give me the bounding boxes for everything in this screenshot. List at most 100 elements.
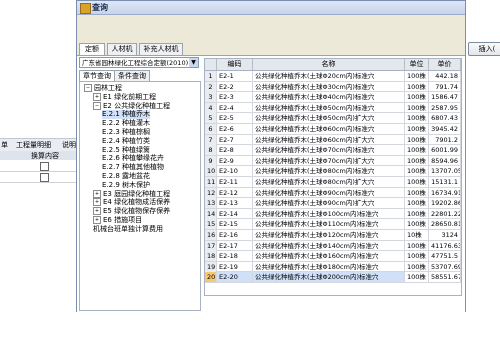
table-row[interactable]: 11 E2-11 公共绿化种植乔木(土球Φ80cm内)扩大穴 100株 15131.1 — [205, 177, 461, 188]
chevron-down-icon[interactable]: ▼ — [189, 58, 198, 67]
cell-code: E2-14 — [217, 208, 253, 219]
query-dialog: 查询 定额 人材机 补充人材机 广东省园林绿化工程综合定额(2010) ▼ 章节… — [76, 0, 466, 312]
collapse-icon[interactable]: − — [93, 101, 101, 110]
expand-icon[interactable]: + — [93, 216, 101, 224]
row-number: 14 — [205, 208, 217, 219]
insert-button[interactable]: 插入( — [468, 42, 500, 56]
cell-price: 41176.63 — [431, 240, 461, 251]
table-row[interactable]: 5 E2-5 公共绿化种植乔木(土球Φ50cm内)扩大穴 100株 6807.43 — [205, 113, 461, 124]
tab-materials[interactable]: 人材机 — [107, 43, 137, 55]
cell-unit: 100株 — [405, 177, 429, 187]
tree-node[interactable]: 机械台班单独计算费用 — [93, 225, 163, 234]
tree-node[interactable]: − 园林工程 — [84, 84, 122, 93]
bg-toolbar-item-1[interactable]: 工程量明细 — [16, 140, 51, 150]
table-row[interactable]: 15 E2-15 公共绿化种植乔木(土球Φ110cm内)标准穴 100株 28650.8… — [205, 219, 461, 230]
tree-node[interactable]: + E5 绿化植物保存保养 — [93, 207, 170, 216]
grid-header-code[interactable]: 编码 — [217, 59, 253, 70]
tree-node[interactable]: E.2.2 种植灌木 — [102, 119, 150, 128]
library-select[interactable]: 广东省园林绿化工程综合定额(2010) ▼ — [79, 57, 199, 68]
cell-name: 公共绿化种植乔木(土球Φ50cm内)标准穴 — [253, 102, 405, 113]
cell-price: 442.18 — [429, 71, 461, 81]
cell-unit: 100株 — [405, 219, 429, 230]
row-number: 10 — [205, 166, 217, 177]
tree-node-label: E2 公共绿化种植工程 — [103, 101, 171, 110]
table-row[interactable]: 2 E2-2 公共绿化种植乔木(土球Φ30cm内)标准穴 100株 791.74 — [205, 81, 461, 93]
table-row[interactable]: 19 E2-19 公共绿化种植乔木(土球Φ180cm内)标准穴 100株 53707.6… — [205, 261, 461, 273]
tree-node-label: E.2.2 种植灌木 — [102, 119, 151, 128]
dialog-titlebar[interactable]: 查询 — [77, 1, 465, 15]
table-row[interactable]: 3 E2-3 公共绿化种植乔木(土球Φ40cm内)标准穴 100株 1586.47 — [205, 92, 461, 103]
table-row[interactable]: 7 E2-7 公共绿化种植乔木(土球Φ60cm内)扩大穴 100株 7901.2 — [205, 134, 461, 146]
expand-icon[interactable]: + — [93, 92, 101, 101]
cell-name: 公共绿化种植乔木(土球Φ70cm内)标准穴 — [253, 145, 405, 156]
bg-toolbar-item-2[interactable]: 说明 — [62, 140, 76, 150]
cell-price: 6001.99 — [429, 145, 461, 156]
tree-node-label: E5 绿化植物保存保养 — [103, 207, 171, 216]
tree-node-label: E1 绿化前期工程 — [103, 92, 157, 101]
cell-price: 7901.2 — [429, 134, 461, 145]
tree-node-label: E.2.1 种植乔木 — [102, 110, 151, 119]
row-number: 19 — [205, 261, 217, 272]
tree-node[interactable]: + E1 绿化前期工程 — [93, 92, 157, 102]
table-row[interactable]: 16 E2-16 公共绿化种植乔木(土球Φ120cm内)标准穴 10株 3124 — [205, 230, 461, 241]
table-row[interactable]: 6 E2-6 公共绿化种植乔木(土球Φ60cm内)标准穴 100株 3945.42 — [205, 124, 461, 135]
table-row[interactable]: 13 E2-13 公共绿化种植乔木(土球Φ90cm内)扩大穴 100株 19202.86 — [205, 198, 461, 209]
cell-price: 1586.47 — [429, 92, 461, 103]
collapse-icon[interactable]: − — [84, 84, 92, 92]
cell-name: 公共绿化种植乔木(土球Φ110cm内)标准穴 — [253, 219, 405, 230]
row-number: 15 — [205, 219, 217, 230]
grid-header-name[interactable]: 名称 — [253, 59, 405, 70]
tree-node[interactable]: + E6 措施项目 — [93, 216, 142, 225]
cell-code: E2-11 — [217, 177, 253, 187]
table-row[interactable]: 4 E2-4 公共绿化种植乔木(土球Φ50cm内)标准穴 100株 2587.95 — [205, 102, 461, 114]
table-row[interactable]: 18 E2-18 公共绿化种植乔木(土球Φ160cm内)标准穴 100株 47751.5 — [205, 251, 461, 262]
cell-unit: 100株 — [405, 198, 429, 209]
expand-icon[interactable]: + — [93, 198, 101, 207]
grid-header-unit[interactable]: 单位 — [405, 59, 429, 70]
cell-unit: 100株 — [405, 124, 429, 134]
table-row[interactable]: 9 E2-9 公共绿化种植乔木(土球Φ70cm内)扩大穴 100株 8594.96 — [205, 155, 461, 167]
tree-node[interactable]: E.2.3 种植棕榈 — [102, 128, 150, 137]
grid-header-num — [205, 59, 217, 70]
table-row[interactable]: 1 E2-1 公共绿化种植乔木(土球Φ20cm内)标准穴 100株 442.18 — [205, 71, 461, 82]
cell-name: 公共绿化种植乔木(土球Φ30cm内)标准穴 — [253, 81, 405, 92]
cell-unit: 100株 — [405, 240, 429, 251]
grid-header-price[interactable]: 单价 — [429, 59, 461, 70]
table-row[interactable]: 10 E2-10 公共绿化种植乔木(土球Φ80cm内)标准穴 100株 13707.05 — [205, 166, 461, 177]
table-row[interactable]: 12 E2-12 公共绿化种植乔木(土球Φ90cm内)标准穴 100株 16734.91 — [205, 187, 461, 199]
tree-node-label: E.2.7 种植其他植物 — [102, 163, 165, 172]
expand-icon[interactable]: + — [93, 189, 101, 198]
row-number: 18 — [205, 251, 217, 262]
tree-node[interactable]: E.2.4 种植竹类 — [102, 137, 150, 146]
tree-node-label: E.2.6 种植攀缘花卉 — [102, 154, 165, 163]
bg-checkbox[interactable] — [40, 173, 49, 182]
row-number: 12 — [205, 187, 217, 198]
table-row[interactable]: 17 E2-17 公共绿化种植乔木(土球Φ140cm内)标准穴 100株 41176.6… — [205, 240, 461, 252]
cell-price: 8594.96 — [429, 155, 461, 166]
cell-price: 28650.81 — [431, 219, 461, 230]
cell-price: 19202.86 — [431, 198, 461, 209]
tree-node-label: E6 措施项目 — [103, 216, 143, 224]
cell-unit: 100株 — [405, 81, 429, 92]
bg-checkbox[interactable] — [40, 162, 49, 171]
table-row[interactable]: 8 E2-8 公共绿化种植乔木(土球Φ70cm内)标准穴 100株 6001.99 — [205, 145, 461, 156]
tab-supplementary[interactable]: 补充人材机 — [139, 43, 183, 55]
tree-node[interactable]: E.2.9 树木保护 — [102, 181, 150, 190]
table-row[interactable]: 20 E2-20 公共绿化种植乔木(土球Φ200cm内)标准穴 100株 58551.6… — [205, 272, 461, 283]
cell-code: E2-5 — [217, 113, 253, 124]
table-row[interactable]: 14 E2-14 公共绿化种植乔木(土球Φ100cm内)标准穴 100株 22801.2… — [205, 208, 461, 220]
tree-node-label: E3 庭园绿化种植工程 — [103, 189, 171, 198]
tree-node[interactable]: E.2.8 露地盆花 — [102, 172, 150, 181]
cell-name: 公共绿化种植乔木(土球Φ160cm内)标准穴 — [253, 251, 405, 262]
cell-price: 2587.95 — [429, 102, 461, 113]
expand-icon[interactable]: + — [93, 207, 101, 216]
bg-toolbar-item-0[interactable]: 单 — [1, 140, 8, 150]
cell-name: 公共绿化种植乔木(土球Φ90cm内)标准穴 — [253, 187, 405, 198]
cell-unit: 100株 — [405, 208, 429, 219]
cell-unit: 100株 — [405, 155, 429, 166]
tree-node[interactable]: E.2.7 种植其他植物 — [102, 163, 164, 172]
row-number: 8 — [205, 145, 217, 156]
tree-node-label: E4 绿化植物成活保养 — [103, 198, 171, 207]
tree-node-label: E.2.9 树木保护 — [102, 180, 151, 189]
cell-unit: 100株 — [405, 102, 429, 113]
